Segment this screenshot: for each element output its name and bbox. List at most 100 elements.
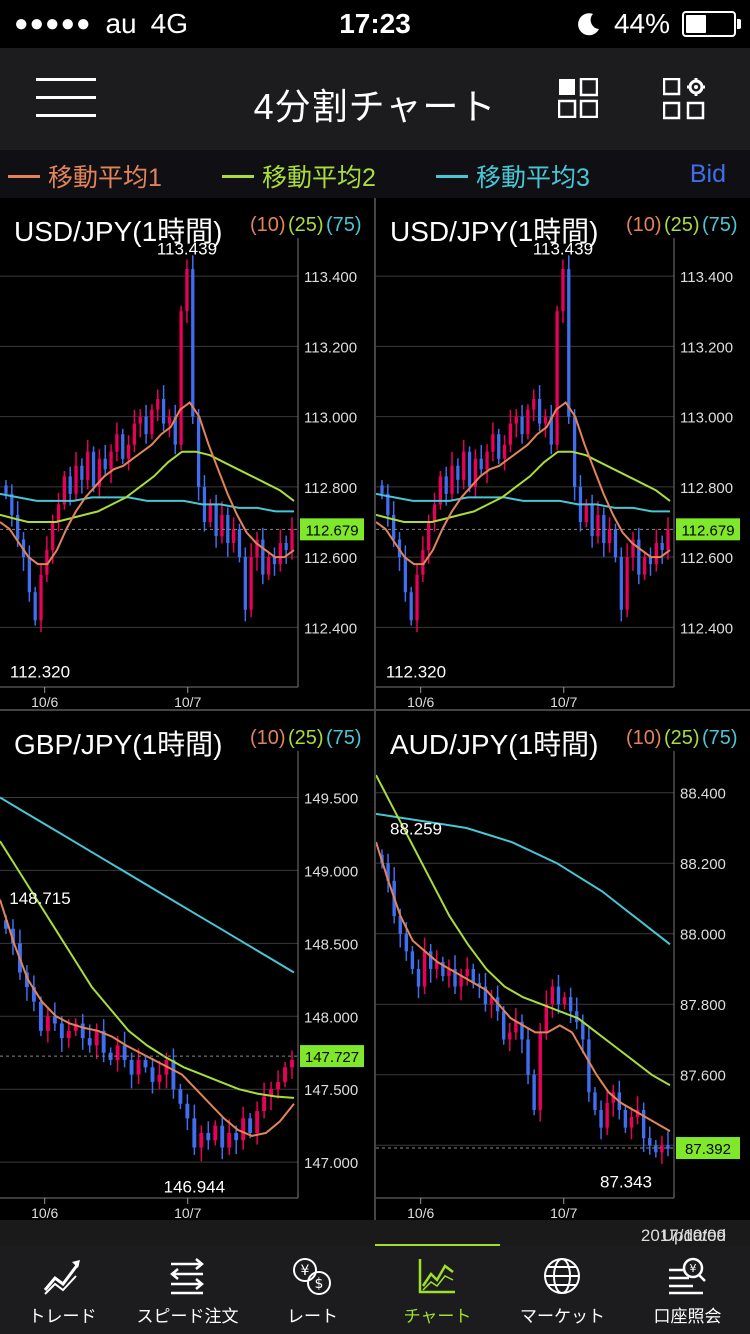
candle-body <box>231 528 236 544</box>
y-tick-label: 113.000 <box>304 410 357 427</box>
y-tick-label: 112.400 <box>680 620 733 637</box>
candle-body <box>567 269 571 417</box>
chart-panel-usdjpy-2[interactable]: USD/JPY(1時間) (10) (25) (75) 113.400 113.2… <box>376 198 750 709</box>
candle-body <box>213 1125 218 1141</box>
high-price-label: 88.259 <box>390 819 442 838</box>
y-tick-label: 87.800 <box>680 997 726 1014</box>
candle-body <box>587 1039 591 1093</box>
chart-panel-audjpy[interactable]: AUD/JPY(1時間) (10) (25) (75) 88.400 88.200… <box>376 711 750 1220</box>
x-tick-label: 10/7 <box>550 1205 577 1220</box>
grid-settings-icon[interactable] <box>663 78 707 122</box>
tab-chart[interactable]: チャート <box>375 1246 500 1334</box>
candle-body <box>654 543 658 565</box>
candle-body <box>161 399 166 424</box>
tab-rate[interactable]: ¥ $ レート <box>250 1246 375 1334</box>
y-tick-label: 112.800 <box>304 480 357 497</box>
candle-body <box>249 557 253 610</box>
y-tick-label: 88.200 <box>680 856 726 873</box>
candle-body <box>432 504 437 522</box>
y-tick-label: 112.800 <box>680 480 733 497</box>
candle-body <box>138 416 142 424</box>
candle-body <box>136 1060 141 1075</box>
candle-body <box>562 997 567 1005</box>
legend-ma2: 移動平均2 <box>222 158 376 194</box>
y-tick-label: 88.000 <box>680 927 726 944</box>
x-tick-label: 10/7 <box>174 1205 201 1220</box>
x-tick-label: 10/7 <box>174 694 201 709</box>
candlestick-chart: 113.400 113.200 113.000 112.800 112.600 112.4… <box>376 238 740 709</box>
candle-body <box>206 1132 211 1141</box>
candle-body <box>456 465 460 480</box>
battery-icon <box>682 11 741 37</box>
candle-body <box>94 1030 99 1046</box>
candle-body <box>556 986 561 1005</box>
tab-trade[interactable]: トレード <box>0 1246 125 1334</box>
candle-body <box>599 1109 603 1128</box>
candle-body <box>68 476 72 494</box>
candle-body <box>185 269 189 312</box>
tab-market[interactable]: マーケット <box>500 1246 625 1334</box>
candle-body <box>514 1021 518 1033</box>
candle-body <box>150 1067 155 1082</box>
candle-body <box>74 465 78 494</box>
candle-body <box>459 976 463 987</box>
candle-body <box>491 434 495 452</box>
candle-body <box>501 1011 506 1040</box>
candle-body <box>143 1060 148 1068</box>
candle-body <box>450 465 454 494</box>
candle-body <box>502 444 507 459</box>
candle-body <box>526 409 530 435</box>
candle-body <box>403 557 407 593</box>
candle-body <box>538 1032 542 1110</box>
candle-body <box>465 968 469 977</box>
candle-body <box>404 933 409 952</box>
candlestick-chart: 113.400 113.200 113.000 112.800 112.600 112.4… <box>0 238 364 709</box>
high-price-label: 113.439 <box>157 239 217 258</box>
candle-body <box>596 514 600 537</box>
candle-body <box>91 451 96 487</box>
y-tick-label: 87.600 <box>680 1068 726 1085</box>
candle-body <box>581 1021 585 1040</box>
candle-body <box>56 504 61 522</box>
candle-body <box>241 1118 246 1141</box>
y-tick-label: 112.600 <box>304 550 357 567</box>
candle-body <box>132 423 137 445</box>
candle-body <box>80 1023 85 1039</box>
candle-body <box>520 416 524 435</box>
tab-account[interactable]: ¥ 口座照会 <box>625 1246 750 1334</box>
high-price-label: 148.715 <box>9 889 70 908</box>
candle-body <box>648 1138 652 1146</box>
ma3-line <box>0 492 294 513</box>
candle-body <box>237 528 242 558</box>
candle-body <box>526 1039 530 1075</box>
candle-body <box>416 968 421 987</box>
candle-body <box>537 399 542 424</box>
candle-body <box>629 1117 634 1128</box>
candle-body <box>485 451 489 470</box>
chart-panel-usdjpy-1[interactable]: USD/JPY(1時間) (10) (25) (75) 113.400 113.2… <box>0 198 374 709</box>
candle-body <box>227 1132 232 1148</box>
candle-body <box>555 311 559 445</box>
tab-speed-order[interactable]: スピード注文 <box>125 1246 250 1334</box>
candle-body <box>234 1132 239 1141</box>
legend-ma3: 移動平均3 <box>436 158 590 194</box>
bid-toggle[interactable]: Bid <box>690 160 726 189</box>
candle-body <box>584 504 588 522</box>
panel-divider-horizontal <box>0 709 750 711</box>
candle-body <box>167 416 172 424</box>
y-tick-label: 113.400 <box>304 269 357 286</box>
candle-body <box>122 1045 127 1061</box>
chart-panel-gbpjpy[interactable]: GBP/JPY(1時間) (10) (25) (75) 149.500 149.0… <box>0 711 374 1220</box>
grid-icon[interactable] <box>558 78 598 118</box>
candle-body <box>568 997 573 1012</box>
candle-body <box>605 1102 609 1128</box>
x-tick-label: 10/7 <box>550 694 577 709</box>
candle-body <box>103 458 107 470</box>
candle-body <box>267 557 271 575</box>
candle-body <box>33 592 37 621</box>
candle-body <box>497 434 501 459</box>
candle-body <box>87 1038 92 1046</box>
candle-body <box>607 528 612 544</box>
candle-body <box>121 434 125 459</box>
candle-body <box>648 557 653 565</box>
